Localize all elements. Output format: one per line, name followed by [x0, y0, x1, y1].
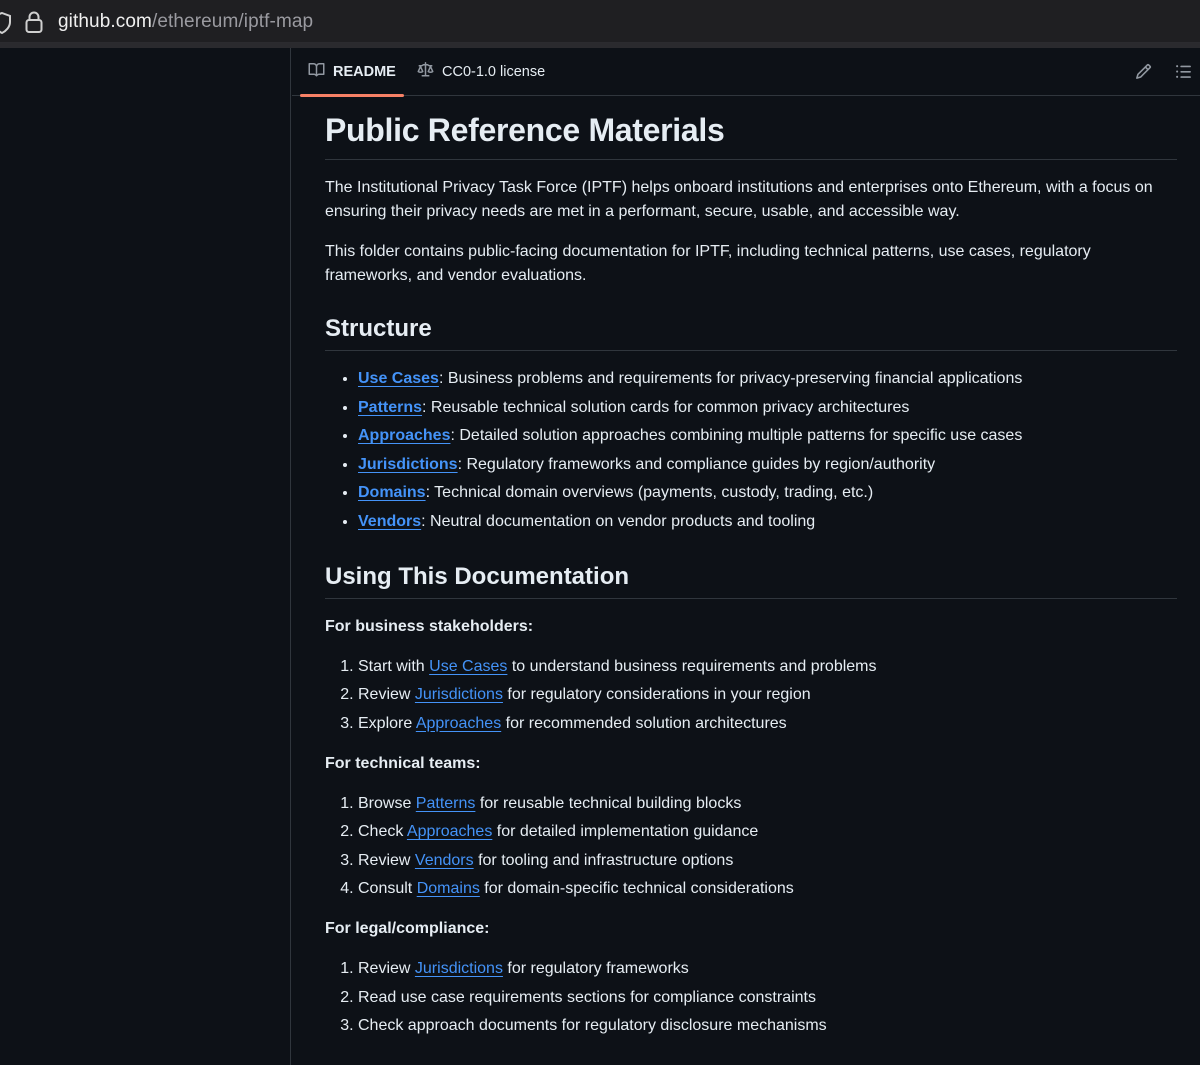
link-patterns[interactable]: Patterns	[416, 795, 476, 812]
list-item-text: Check	[358, 823, 407, 840]
list-item: Vendors: Neutral documentation on vendor…	[358, 510, 1177, 534]
intro-paragraph-1: The Institutional Privacy Task Force (IP…	[325, 179, 1153, 220]
link-jurisdictions[interactable]: Jurisdictions	[415, 686, 503, 703]
book-icon	[308, 62, 325, 82]
scale-icon	[417, 62, 434, 82]
list-item-text: to understand business requirements and …	[507, 657, 877, 675]
list-item-text: Explore	[358, 714, 416, 732]
list-item: Explore Approaches for recommended solut…	[358, 712, 1177, 736]
list-item-text: Review	[358, 960, 415, 977]
business-heading: For business stakeholders:	[325, 617, 534, 635]
technical-list: Browse Patterns for reusable technical b…	[325, 792, 1177, 902]
legal-heading: For legal/compliance:	[325, 920, 490, 937]
list-item-text: Read use case requirements sections for …	[358, 988, 816, 1006]
list-item-text: : Technical domain overviews (payments, …	[425, 484, 874, 501]
list-item: Read use case requirements sections for …	[358, 986, 1177, 1010]
file-sidebar	[0, 48, 291, 1065]
list-item: Review Jurisdictions for regulatory fram…	[358, 957, 1177, 981]
list-item-text: Consult	[358, 880, 417, 897]
link-domains[interactable]: Domains	[417, 880, 480, 897]
legal-list: Review Jurisdictions for regulatory fram…	[325, 957, 1177, 1038]
list-item: Use Cases: Business problems and require…	[358, 367, 1177, 391]
link-domains[interactable]: Domains	[358, 484, 426, 501]
url-host: github.com	[58, 11, 152, 32]
link-vendors[interactable]: Vendors	[358, 513, 421, 530]
link-patterns[interactable]: Patterns	[358, 399, 422, 416]
list-item: Review Jurisdictions for regulatory cons…	[358, 683, 1177, 707]
structure-heading: Structure	[325, 314, 1177, 351]
list-item-text: : Reusable technical solution cards for …	[422, 398, 910, 416]
list-item-text: for reusable technical building blocks	[475, 794, 742, 812]
list-item-text: : Regulatory frameworks and compliance g…	[457, 455, 936, 473]
list-item: Check Approaches for detailed implementa…	[358, 820, 1177, 844]
structure-list: Use Cases: Business problems and require…	[325, 367, 1177, 534]
url-path: /ethereum/iptf-map	[151, 11, 314, 32]
list-item-text: Review	[358, 686, 415, 703]
link-approaches[interactable]: Approaches	[358, 427, 450, 444]
tab-readme-label: README	[333, 64, 396, 80]
list-item-text: : Business problems and requirements for…	[438, 370, 1023, 387]
list-item-text: Start with	[358, 657, 430, 675]
readme-article: Public Reference Materials The Instituti…	[325, 96, 1177, 1038]
pencil-icon[interactable]	[1135, 63, 1152, 85]
lock-icon[interactable]	[24, 10, 44, 39]
shield-icon[interactable]	[0, 11, 12, 39]
list-item: Approaches: Detailed solution approaches…	[358, 424, 1177, 448]
url-text[interactable]: github.com/ethereum/iptf-map	[58, 11, 313, 33]
list-item-text: for detailed implementation guidance	[492, 823, 759, 840]
list-item: Jurisdictions: Regulatory frameworks and…	[358, 453, 1177, 477]
list-item-text: for recommended solution architectures	[501, 714, 787, 732]
list-item-text: Browse	[358, 794, 416, 812]
link-use-cases[interactable]: Use Cases	[358, 370, 439, 387]
list-item-text: for regulatory considerations in your re…	[502, 686, 811, 703]
link-jurisdictions[interactable]: Jurisdictions	[358, 456, 458, 473]
technical-heading: For technical teams:	[325, 754, 481, 772]
link-approaches[interactable]: Approaches	[416, 715, 501, 732]
tab-license[interactable]: CC0-1.0 license	[417, 48, 545, 96]
list-item: Domains: Technical domain overviews (pay…	[358, 481, 1177, 505]
list-item-text: : Neutral documentation on vendor produc…	[421, 512, 816, 530]
link-vendors[interactable]: Vendors	[415, 852, 474, 869]
list-item: Review Vendors for tooling and infrastru…	[358, 849, 1177, 873]
list-item-text: : Detailed solution approaches combining…	[450, 427, 1023, 444]
page-title: Public Reference Materials	[325, 110, 1177, 160]
list-item-text: for tooling and infrastructure options	[473, 851, 734, 869]
list-item: Start with Use Cases to understand busin…	[358, 655, 1177, 679]
readme-tabbar: README CC0-1.0 license	[292, 48, 1200, 97]
link-use-cases[interactable]: Use Cases	[429, 658, 507, 675]
list-item-text: Check approach documents for regulatory …	[358, 1017, 827, 1034]
tab-license-label: CC0-1.0 license	[442, 64, 546, 80]
link-approaches[interactable]: Approaches	[407, 823, 492, 840]
browser-address-bar[interactable]: github.com/ethereum/iptf-map	[0, 0, 1200, 43]
intro-paragraph-2: This folder contains public-facing docum…	[325, 243, 1091, 284]
list-item: Browse Patterns for reusable technical b…	[358, 792, 1177, 816]
list-item: Patterns: Reusable technical solution ca…	[358, 396, 1177, 420]
list-item-text: Review	[358, 851, 415, 869]
link-jurisdictions[interactable]: Jurisdictions	[415, 960, 503, 977]
list-item-text: for regulatory frameworks	[502, 960, 689, 977]
tab-readme[interactable]: README	[300, 48, 404, 97]
using-heading: Using This Documentation	[325, 562, 1177, 599]
list-item: Consult Domains for domain-specific tech…	[358, 877, 1177, 901]
list-unordered-icon[interactable]	[1175, 63, 1192, 85]
list-item: Check approach documents for regulatory …	[358, 1014, 1177, 1038]
list-item-text: for domain-specific technical considerat…	[479, 880, 794, 897]
business-list: Start with Use Cases to understand busin…	[325, 655, 1177, 736]
